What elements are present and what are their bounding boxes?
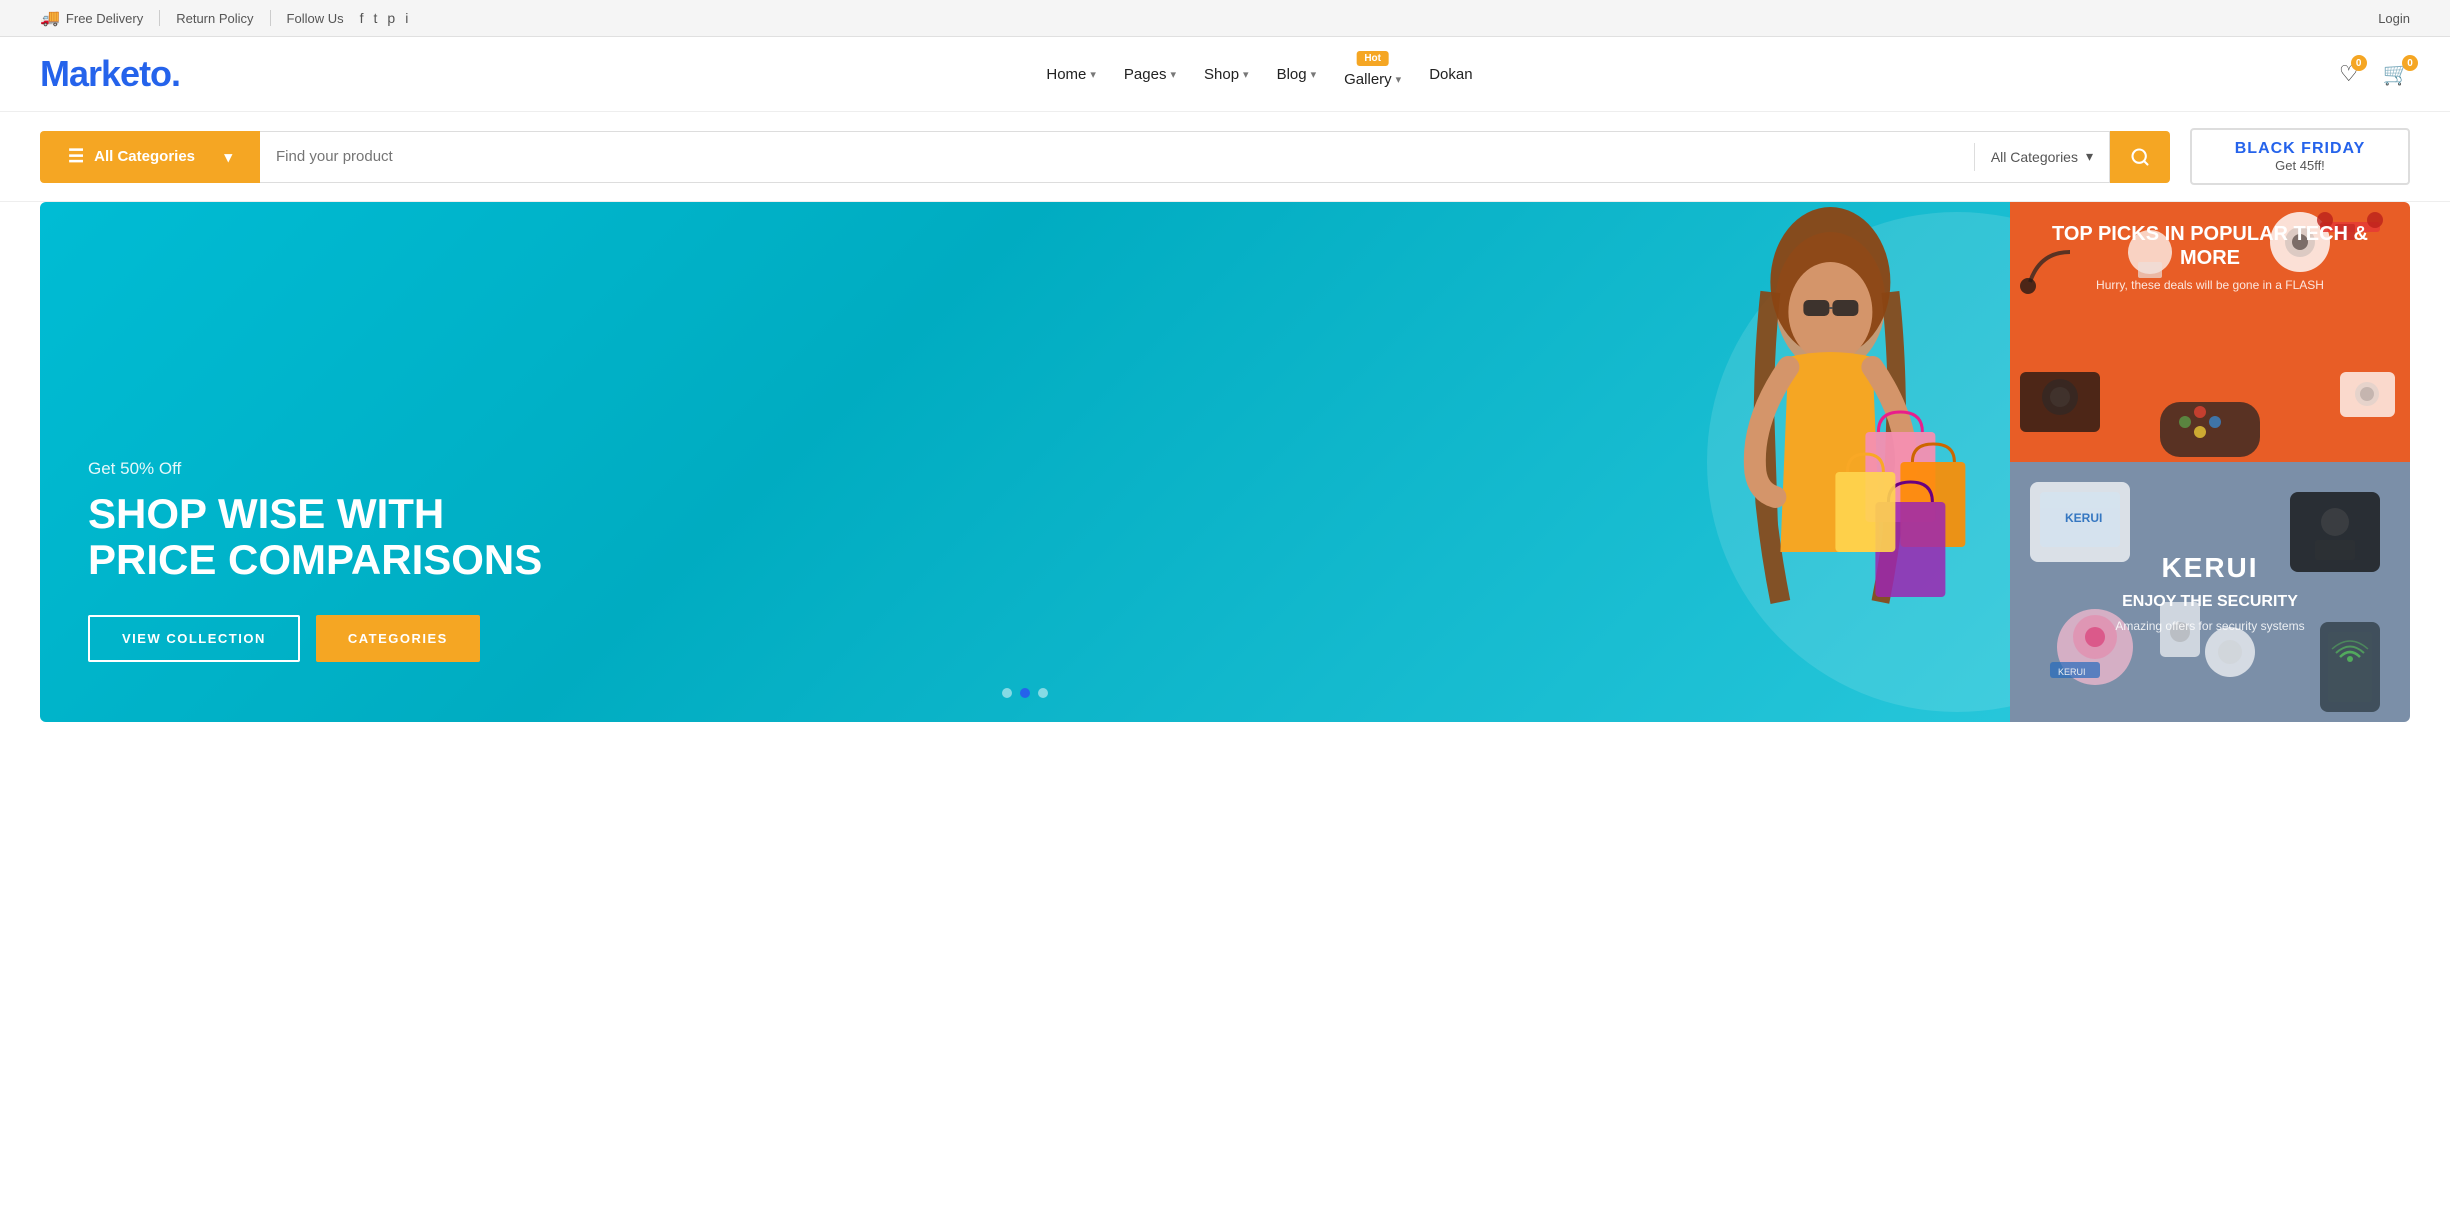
chevron-down-icon: ▾ bbox=[224, 148, 232, 166]
slide-indicators bbox=[1002, 688, 1048, 698]
hero-woman-figure bbox=[789, 202, 2010, 722]
nav-pages-chevron: ▾ bbox=[1170, 68, 1176, 81]
header: Marketo. Home ▾ Pages ▾ Shop ▾ Blog ▾ Ho… bbox=[0, 37, 2450, 112]
nav-dokan[interactable]: Dokan bbox=[1429, 66, 1472, 83]
hero-buttons: VIEW COLLECTION CATEGORIES bbox=[88, 615, 568, 662]
nav-blog[interactable]: Blog ▾ bbox=[1277, 66, 1317, 83]
return-policy-label: Return Policy bbox=[176, 11, 253, 26]
category-dropdown[interactable]: All Categories ▾ bbox=[1975, 148, 2109, 165]
wishlist-count: 0 bbox=[2351, 55, 2367, 71]
tech-banner-subtitle: Hurry, these deals will be gone in a FLA… bbox=[2034, 278, 2386, 292]
nav-shop-chevron: ▾ bbox=[1243, 68, 1249, 81]
slide-dot-3[interactable] bbox=[1038, 688, 1048, 698]
search-bar: All Categories ▾ bbox=[260, 131, 2110, 183]
top-bar-left: 🚚 Free Delivery Return Policy Follow Us … bbox=[40, 8, 408, 28]
search-icon bbox=[2130, 147, 2150, 167]
free-delivery-label: 🚚 Free Delivery bbox=[40, 8, 143, 28]
logo-main: Marketo bbox=[40, 53, 171, 94]
twitter-icon[interactable]: t bbox=[374, 10, 378, 26]
social-links: f t p i bbox=[360, 10, 409, 26]
kerui-banner-title: kerui bbox=[2038, 551, 2382, 585]
black-friday-title: BLACK FRIDAY bbox=[2220, 140, 2380, 158]
hero-main-banner: Get 50% Off SHOP WISE WITH PRICE COMPARI… bbox=[40, 202, 2010, 722]
all-categories-button[interactable]: ☰ All Categories ▾ bbox=[40, 131, 260, 183]
hero-side-banners: TOP PICKS IN POPULAR TECH & MORE Hurry, … bbox=[2010, 202, 2410, 722]
cart-count: 0 bbox=[2402, 55, 2418, 71]
view-collection-button[interactable]: VIEW COLLECTION bbox=[88, 615, 300, 662]
nav-home-chevron: ▾ bbox=[1090, 68, 1096, 81]
cart-button[interactable]: 🛒 0 bbox=[2383, 61, 2410, 87]
divider-2 bbox=[270, 10, 271, 26]
kerui-banner-subtitle: Amazing offers for security systems bbox=[2038, 619, 2382, 633]
svg-text:KERUI: KERUI bbox=[2065, 511, 2102, 525]
logo[interactable]: Marketo. bbox=[40, 53, 180, 95]
category-chevron-icon: ▾ bbox=[2086, 148, 2093, 165]
follow-us-label: Follow Us bbox=[287, 11, 344, 26]
svg-text:KERUI: KERUI bbox=[2058, 667, 2086, 677]
tech-banner: TOP PICKS IN POPULAR TECH & MORE Hurry, … bbox=[2010, 202, 2410, 462]
logo-dot: . bbox=[171, 53, 180, 94]
header-icons: ♡ 0 🛒 0 bbox=[2339, 61, 2410, 87]
tech-banner-title: TOP PICKS IN POPULAR TECH & MORE bbox=[2034, 222, 2386, 270]
hero-content: Get 50% Off SHOP WISE WITH PRICE COMPARI… bbox=[88, 459, 568, 662]
main-nav: Home ▾ Pages ▾ Shop ▾ Blog ▾ Hot Gallery… bbox=[1046, 61, 1472, 88]
nav-gallery[interactable]: Hot Gallery ▾ bbox=[1344, 71, 1401, 88]
divider-1 bbox=[159, 10, 160, 26]
delivery-icon: 🚚 bbox=[40, 8, 60, 28]
black-friday-subtitle: Get 45ff! bbox=[2220, 158, 2380, 173]
kerui-enjoy-title: ENJOY THE SECURITY bbox=[2038, 592, 2382, 611]
nav-pages[interactable]: Pages ▾ bbox=[1124, 66, 1176, 83]
facebook-icon[interactable]: f bbox=[360, 10, 364, 26]
hamburger-icon: ☰ bbox=[68, 146, 84, 167]
login-link[interactable]: Login bbox=[2378, 11, 2410, 26]
kerui-banner: KERUI KERUI bbox=[2010, 462, 2410, 722]
pinterest-icon[interactable]: p bbox=[387, 10, 395, 26]
slide-dot-2[interactable] bbox=[1020, 688, 1030, 698]
search-area: ☰ All Categories ▾ All Categories ▾ BLAC… bbox=[0, 112, 2450, 202]
hero-section: Get 50% Off SHOP WISE WITH PRICE COMPARI… bbox=[0, 202, 2450, 722]
nav-shop[interactable]: Shop ▾ bbox=[1204, 66, 1249, 83]
slide-dot-1[interactable] bbox=[1002, 688, 1012, 698]
wishlist-button[interactable]: ♡ 0 bbox=[2339, 61, 2359, 87]
hot-badge: Hot bbox=[1356, 51, 1389, 66]
search-button[interactable] bbox=[2110, 131, 2170, 183]
top-bar: 🚚 Free Delivery Return Policy Follow Us … bbox=[0, 0, 2450, 37]
search-input[interactable] bbox=[260, 132, 1974, 182]
nav-gallery-chevron: ▾ bbox=[1396, 73, 1402, 86]
nav-blog-chevron: ▾ bbox=[1311, 68, 1317, 81]
hero-tag: Get 50% Off bbox=[88, 459, 568, 479]
categories-button[interactable]: CATEGORIES bbox=[316, 615, 480, 662]
hero-title: SHOP WISE WITH PRICE COMPARISONS bbox=[88, 491, 568, 583]
instagram-icon[interactable]: i bbox=[405, 10, 408, 26]
nav-home[interactable]: Home ▾ bbox=[1046, 66, 1096, 83]
black-friday-banner[interactable]: BLACK FRIDAY Get 45ff! bbox=[2190, 128, 2410, 185]
